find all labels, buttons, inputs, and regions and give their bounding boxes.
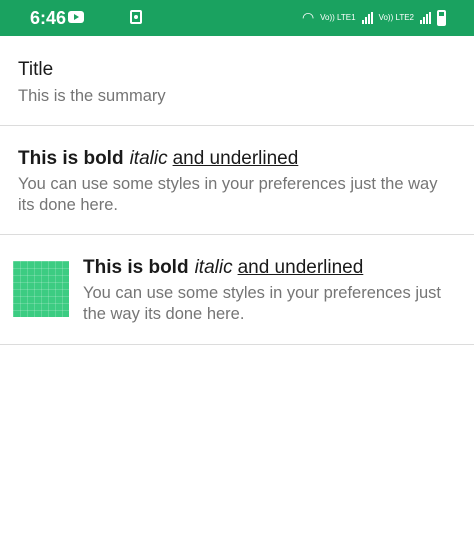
preference-styled-title: This is bold italic and underlined <box>18 148 298 170</box>
preference-summary: You can use some styles in your preferen… <box>83 284 441 323</box>
preference-title-summary[interactable]: Title This is the summary <box>0 36 474 126</box>
signal-lte1-icon: Vo)) LTE1 <box>320 12 356 22</box>
bold-text: This is bold <box>18 148 124 169</box>
signal-lte2-icon: Vo)) LTE2 <box>378 12 414 22</box>
underlined-text: and underlined <box>172 148 299 169</box>
wifi-icon: ◠ <box>301 9 315 25</box>
green-grid-thumbnail-icon <box>13 261 69 317</box>
youtube-icon <box>68 11 84 23</box>
status-right-icons: ◠ Vo)) LTE1 Vo)) LTE2 <box>302 9 446 26</box>
preference-title: Title <box>18 59 54 80</box>
app-notification-icon <box>130 10 142 24</box>
status-bar: 6:46 ◠ Vo)) LTE1 Vo)) LTE2 <box>0 0 474 36</box>
preference-styled-title: This is bold italic and underlined <box>83 257 363 279</box>
battery-icon <box>437 9 446 26</box>
underlined-text: and underlined <box>237 257 364 278</box>
status-left-icons <box>68 10 142 24</box>
signal-bars-icon <box>361 11 373 24</box>
preference-styled-text[interactable]: This is bold italic and underlined You can… <box>0 126 474 235</box>
preference-summary: This is the summary <box>18 87 166 105</box>
italic-text: italic <box>194 257 233 278</box>
preference-summary: You can use some styles in your preferen… <box>18 175 438 214</box>
signal-bars-2-icon <box>420 11 431 24</box>
bold-text: This is bold <box>83 257 189 278</box>
status-time: 6:46 <box>30 8 67 28</box>
preference-styled-with-icon[interactable]: This is bold italic and underlined You can… <box>0 235 474 345</box>
italic-text: italic <box>129 148 168 169</box>
